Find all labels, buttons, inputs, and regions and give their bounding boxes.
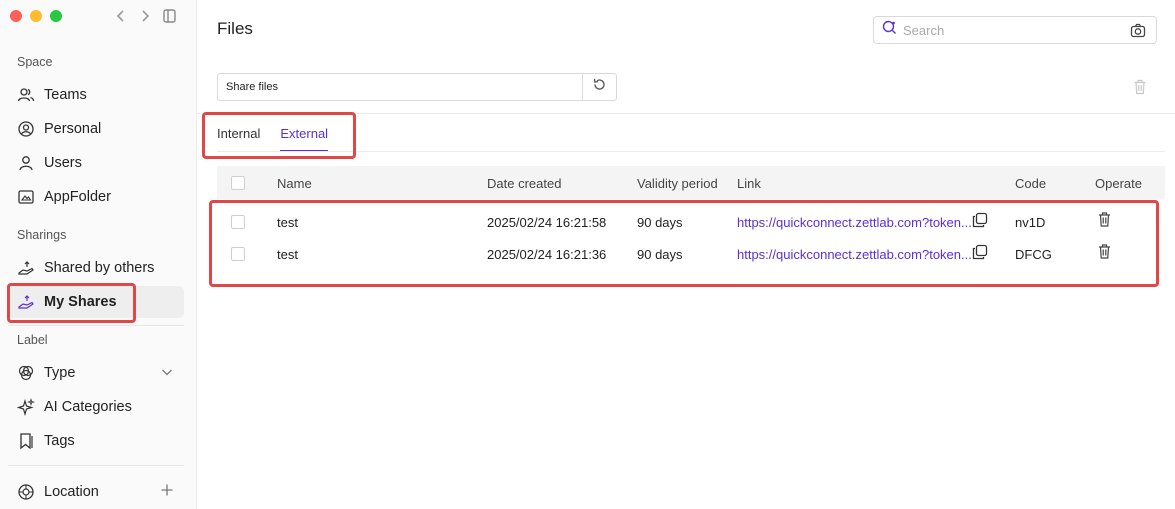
forward-icon[interactable]	[138, 7, 152, 25]
window-controls	[10, 10, 62, 22]
divider	[8, 325, 184, 326]
highlight-tabs	[202, 112, 356, 159]
col-operate: Operate	[1095, 176, 1142, 191]
col-date-created[interactable]: Date created	[487, 176, 561, 191]
ai-search-icon	[882, 20, 897, 40]
sidebar-item-type[interactable]: Type	[8, 357, 184, 389]
camera-icon[interactable]	[1130, 23, 1146, 43]
sidebar-item-users[interactable]: Users	[8, 147, 184, 179]
sidebar-item-label: Type	[44, 365, 76, 381]
col-name[interactable]: Name	[277, 176, 312, 191]
sidebar-item-label: Users	[44, 155, 82, 171]
select-all-checkbox[interactable]	[231, 176, 245, 190]
sidebar-item-label: Personal	[44, 121, 102, 137]
search-input[interactable]	[903, 22, 1123, 38]
location-icon	[17, 483, 35, 501]
sidebar-item-location[interactable]: Location	[8, 476, 184, 508]
col-code: Code	[1015, 176, 1047, 191]
section-label-space: Space	[17, 55, 53, 69]
main-content: Files Share files Internal External Name…	[197, 0, 1175, 509]
people-icon	[17, 86, 35, 104]
col-link: Link	[737, 176, 761, 191]
sidebar-item-label: AI Categories	[44, 399, 132, 415]
section-label-sharings: Sharings	[17, 228, 67, 242]
sidebar-item-label: Location	[44, 484, 99, 500]
sidebar-item-appfolder[interactable]: AppFolder	[8, 181, 184, 213]
divider	[8, 465, 184, 466]
type-icon	[17, 364, 35, 382]
chevron-down-icon[interactable]	[160, 365, 174, 383]
close-window-button[interactable]	[10, 10, 22, 22]
section-label-label: Label	[17, 333, 48, 347]
sidebar-item-label: Tags	[44, 433, 75, 449]
back-icon[interactable]	[114, 7, 128, 25]
app-folder-icon	[17, 188, 35, 206]
sidebar-item-shared-by-others[interactable]: Shared by others	[8, 252, 184, 284]
sidebar-item-ai-categories[interactable]: AI Categories	[8, 391, 184, 423]
search-box[interactable]	[873, 16, 1157, 44]
window-nav	[114, 7, 178, 25]
delete-selected-icon[interactable]	[1133, 79, 1147, 100]
sidebar-item-label: Teams	[44, 87, 87, 103]
sidebar-item-teams[interactable]: Teams	[8, 79, 184, 111]
share-hand-icon	[17, 259, 35, 277]
sparkle-icon	[17, 398, 35, 416]
highlight-table-rows	[209, 200, 1159, 287]
sidebar: Space Teams Personal Users AppFolder Sha…	[0, 0, 197, 509]
sidebar-item-personal[interactable]: Personal	[8, 113, 184, 145]
maximize-window-button[interactable]	[50, 10, 62, 22]
refresh-icon	[592, 77, 607, 97]
highlight-my-shares	[7, 283, 136, 323]
user-circle-icon	[17, 120, 35, 138]
sidebar-item-label: Shared by others	[44, 260, 155, 276]
sidebar-toggle-icon[interactable]	[162, 7, 178, 25]
refresh-button[interactable]	[582, 73, 617, 101]
add-location-icon[interactable]	[160, 483, 174, 501]
tab-underline	[217, 151, 1165, 152]
user-icon	[17, 154, 35, 172]
col-validity[interactable]: Validity period	[637, 176, 718, 191]
minimize-window-button[interactable]	[30, 10, 42, 22]
share-files-select[interactable]: Share files	[217, 73, 583, 101]
table-header: Name Date created Validity period Link C…	[217, 166, 1165, 199]
page-title: Files	[217, 19, 253, 38]
sidebar-item-label: AppFolder	[44, 189, 111, 205]
sidebar-item-tags[interactable]: Tags	[8, 425, 184, 457]
tag-icon	[17, 432, 35, 450]
